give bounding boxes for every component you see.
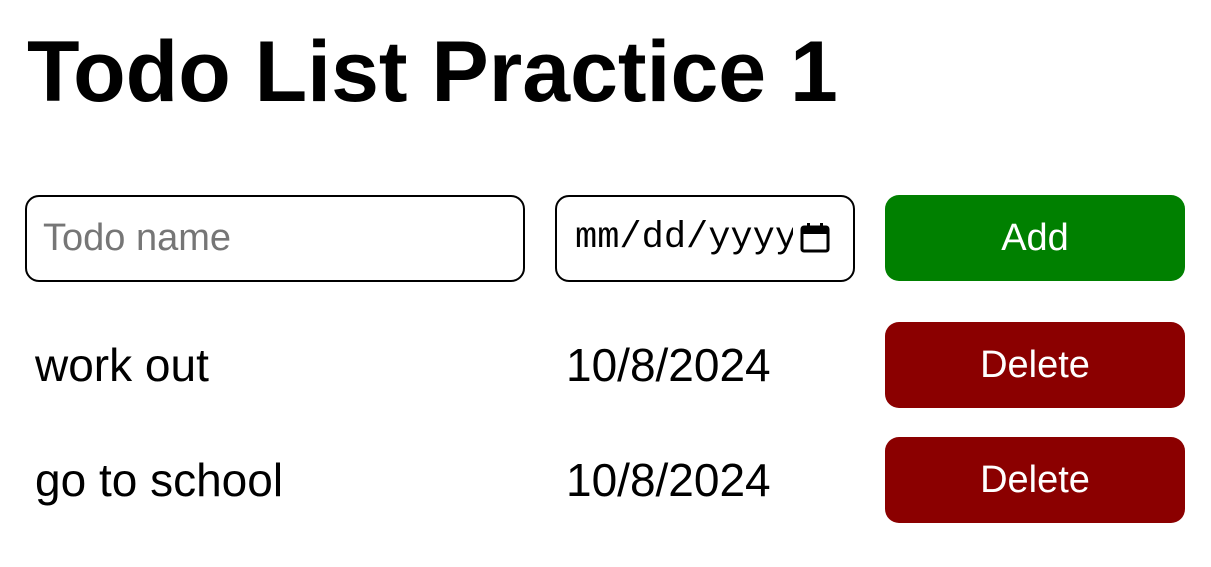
todo-app: Todo List Practice 1 mm/dd/yyyy Add work… xyxy=(0,0,1211,567)
page-title: Todo List Practice 1 xyxy=(27,24,838,120)
delete-button[interactable]: Delete xyxy=(885,322,1185,408)
todo-date: 10/8/2024 xyxy=(566,339,771,391)
calendar-icon[interactable] xyxy=(798,221,832,255)
todo-name-input[interactable] xyxy=(25,195,525,282)
todo-name: work out xyxy=(35,339,209,391)
todo-name: go to school xyxy=(35,454,284,506)
todo-date: 10/8/2024 xyxy=(566,454,771,506)
delete-button[interactable]: Delete xyxy=(885,437,1185,523)
add-button[interactable]: Add xyxy=(885,195,1185,281)
todo-date-input[interactable]: mm/dd/yyyy xyxy=(555,195,855,282)
date-input-placeholder: mm/dd/yyyy xyxy=(575,217,793,259)
